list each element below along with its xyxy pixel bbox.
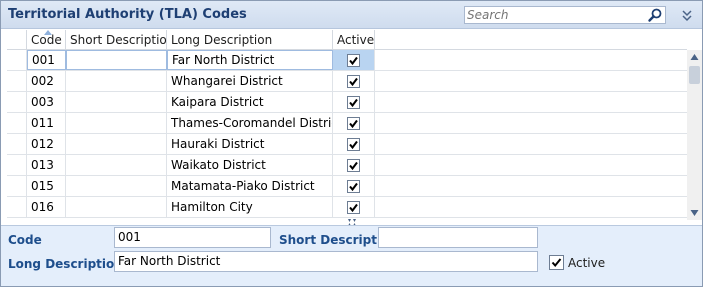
cell-code[interactable]: 011 — [27, 113, 66, 133]
row-indicator[interactable] — [7, 176, 27, 196]
checkmark-icon — [551, 258, 562, 268]
grid-header: Code Short Description Long Description … — [7, 30, 687, 50]
cell-active[interactable] — [333, 176, 375, 196]
cell-active[interactable] — [333, 50, 375, 70]
long-description-label: Long Description — [8, 257, 123, 271]
tla-codes-window: Territorial Authority (TLA) Codes Code S… — [0, 0, 703, 287]
cell-code[interactable]: 002 — [27, 71, 66, 91]
row-indicator-header — [7, 30, 27, 50]
active-checkbox-label: Active — [568, 256, 606, 270]
double-chevron-down-icon[interactable] — [681, 8, 693, 22]
row-indicator[interactable] — [7, 71, 27, 91]
window-title: Territorial Authority (TLA) Codes — [8, 7, 247, 22]
detail-panel: Code 001 Short Description Long Descript… — [1, 225, 702, 286]
cell-long-description[interactable]: Waikato District — [167, 155, 333, 175]
active-checkmark-icon[interactable] — [347, 179, 360, 193]
cell-active[interactable] — [333, 113, 375, 133]
active-checkbox[interactable] — [549, 255, 564, 270]
search-input[interactable] — [467, 8, 639, 22]
cell-long-description[interactable]: Thames-Coromandel District — [167, 113, 333, 133]
table-row[interactable]: 013 Waikato District — [7, 155, 687, 176]
cell-code[interactable]: 012 — [27, 134, 66, 154]
column-header-long-description[interactable]: Long Description — [167, 30, 333, 50]
row-indicator[interactable] — [7, 113, 27, 133]
row-indicator[interactable] — [7, 134, 27, 154]
table-row[interactable]: 002 Whangarei District — [7, 71, 687, 92]
active-checkmark-icon[interactable] — [347, 116, 360, 130]
active-checkmark-icon[interactable] — [347, 158, 360, 172]
cell-active[interactable] — [333, 155, 375, 175]
sort-ascending-icon — [44, 30, 52, 35]
active-checkmark-icon[interactable] — [347, 137, 360, 151]
grid-rows: 001 Far North District 002 Whangarei Distri… — [7, 50, 687, 218]
cell-code[interactable]: 013 — [27, 155, 66, 175]
cell-active[interactable] — [333, 92, 375, 112]
cell-long-description[interactable]: Kaipara District — [167, 92, 333, 112]
vertical-scrollbar[interactable] — [687, 50, 702, 220]
table-row[interactable]: 003 Kaipara District — [7, 92, 687, 113]
code-field[interactable]: 001 — [114, 227, 271, 248]
table-row[interactable]: 011 Thames-Coromandel District — [7, 113, 687, 134]
table-row[interactable]: 012 Hauraki District — [7, 134, 687, 155]
cell-code[interactable]: 016 — [27, 197, 66, 217]
cell-long-description[interactable]: Hauraki District — [167, 134, 333, 154]
table-row[interactable]: 016 Hamilton City — [7, 197, 687, 218]
cell-active[interactable] — [333, 134, 375, 154]
search-box[interactable] — [464, 6, 666, 24]
short-description-field[interactable] — [378, 227, 538, 248]
column-header-active[interactable]: Active — [333, 30, 375, 50]
active-checkmark-icon[interactable] — [347, 74, 360, 88]
cell-code[interactable]: 001 — [27, 50, 66, 70]
cell-code[interactable]: 003 — [27, 92, 66, 112]
table-row[interactable]: 001 Far North District — [7, 50, 687, 71]
cell-short-description[interactable] — [66, 71, 167, 91]
cell-long-description[interactable]: Whangarei District — [167, 71, 333, 91]
row-indicator[interactable] — [7, 197, 27, 217]
row-indicator[interactable] — [7, 50, 27, 70]
cell-short-description[interactable] — [66, 92, 167, 112]
scroll-down-arrow-icon[interactable] — [687, 206, 702, 220]
title-bar: Territorial Authority (TLA) Codes — [1, 1, 702, 29]
cell-short-description[interactable] — [66, 134, 167, 154]
scroll-up-arrow-icon[interactable] — [687, 50, 702, 64]
cell-short-description[interactable] — [66, 50, 167, 70]
active-checkmark-icon[interactable] — [347, 200, 360, 214]
magnifier-icon[interactable] — [647, 7, 663, 23]
tla-codes-grid: Code Short Description Long Description … — [7, 30, 687, 220]
table-row[interactable]: 015 Matamata-Piako District — [7, 176, 687, 197]
cell-long-description[interactable]: Far North District — [167, 50, 333, 70]
cell-active[interactable] — [333, 71, 375, 91]
cell-long-description[interactable]: Hamilton City — [167, 197, 333, 217]
long-description-field[interactable]: Far North District — [114, 251, 538, 272]
active-checkmark-icon[interactable] — [347, 95, 360, 109]
cell-short-description[interactable] — [66, 155, 167, 175]
code-label: Code — [8, 233, 42, 247]
row-indicator[interactable] — [7, 155, 27, 175]
cell-short-description[interactable] — [66, 176, 167, 196]
cell-long-description[interactable]: Matamata-Piako District — [167, 176, 333, 196]
scrollbar-thumb[interactable] — [689, 66, 700, 84]
cell-short-description[interactable] — [66, 113, 167, 133]
column-header-short-description[interactable]: Short Description — [66, 30, 167, 50]
row-indicator[interactable] — [7, 92, 27, 112]
cell-active[interactable] — [333, 197, 375, 217]
active-checkmark-icon[interactable] — [347, 53, 360, 67]
cell-code[interactable]: 015 — [27, 176, 66, 196]
cell-short-description[interactable] — [66, 197, 167, 217]
